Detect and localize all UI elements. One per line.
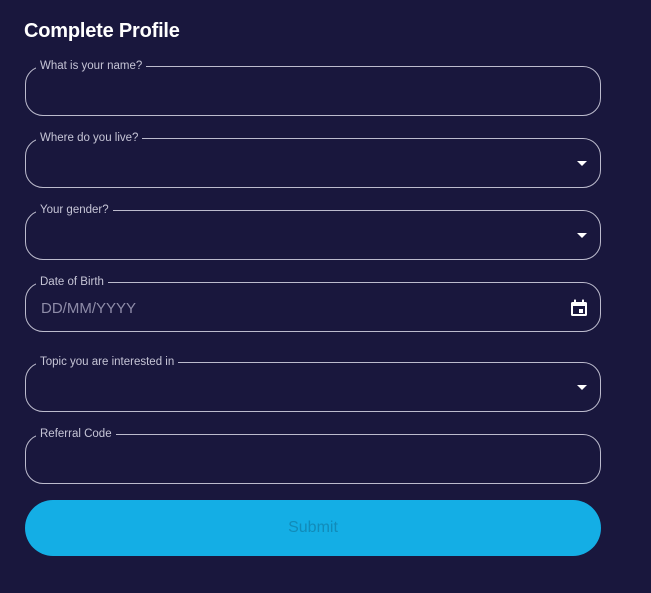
name-field-label: What is your name? <box>40 60 143 72</box>
date-of-birth-label: Date of Birth <box>40 276 104 288</box>
caret-down-icon[interactable] <box>577 233 587 238</box>
gender-select-label: Your gender? <box>40 204 109 216</box>
date-of-birth-field[interactable]: Date of Birth <box>25 276 601 338</box>
location-select-value <box>39 153 519 175</box>
gender-select-value <box>39 225 519 247</box>
topic-select-value <box>39 377 519 399</box>
location-select[interactable]: Where do you live? <box>25 132 601 194</box>
date-of-birth-input[interactable] <box>39 297 523 321</box>
caret-down-icon[interactable] <box>577 385 587 390</box>
referral-code-label: Referral Code <box>40 428 112 440</box>
referral-code-field[interactable]: Referral Code <box>25 428 601 490</box>
topic-select-label: Topic you are interested in <box>40 356 175 368</box>
name-input[interactable] <box>39 81 523 105</box>
name-field[interactable]: What is your name? <box>25 60 601 122</box>
page-title: Complete Profile <box>24 20 180 42</box>
calendar-icon[interactable] <box>569 298 589 318</box>
caret-down-icon[interactable] <box>577 161 587 166</box>
referral-code-input[interactable] <box>39 449 523 473</box>
location-select-label: Where do you live? <box>40 132 139 144</box>
submit-button[interactable]: Submit <box>25 500 601 556</box>
gender-select[interactable]: Your gender? <box>25 204 601 266</box>
topic-select[interactable]: Topic you are interested in <box>25 356 601 418</box>
